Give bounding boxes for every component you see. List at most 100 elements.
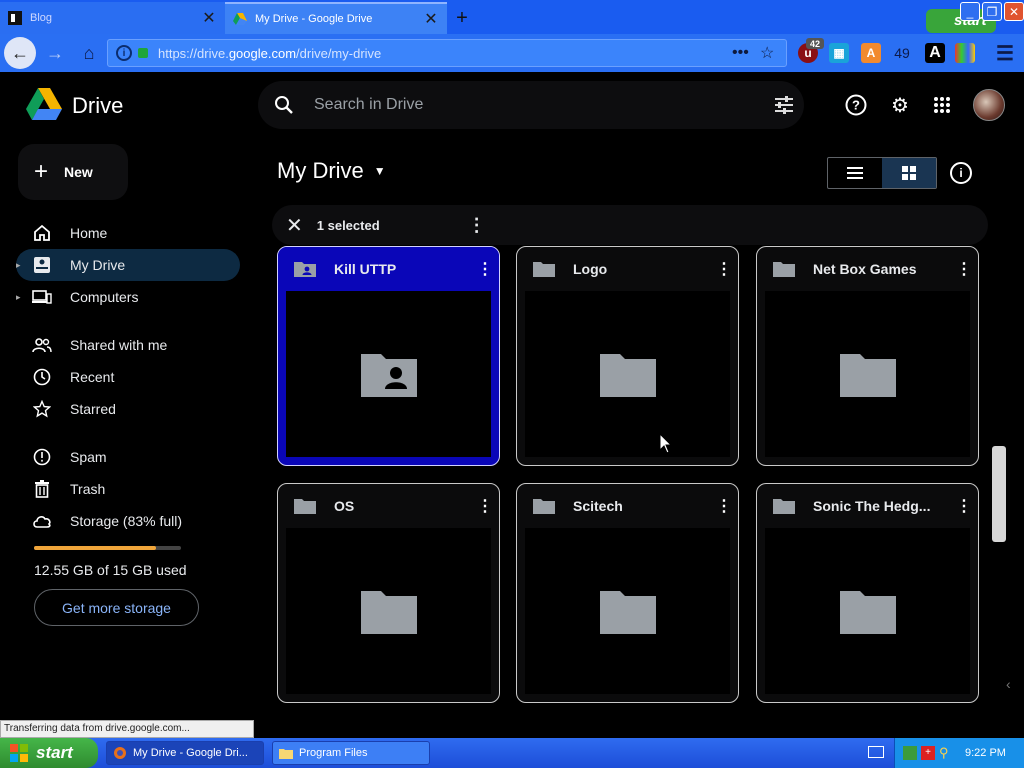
settings-gear-icon[interactable]: ⚙	[887, 92, 913, 118]
font-extension-icon[interactable]: A	[925, 43, 945, 63]
folder-card-header[interactable]: Logo ⋮	[517, 247, 738, 291]
folder-thumbnail[interactable]	[765, 291, 970, 457]
extension-icon[interactable]: A	[861, 43, 881, 63]
forward-button[interactable]: →	[40, 38, 70, 68]
folder-icon	[773, 499, 795, 514]
storage-progress-bar	[34, 546, 181, 550]
taskbar-item-label: Program Files	[299, 747, 368, 759]
folder-thumbnail[interactable]	[286, 291, 491, 457]
address-bar[interactable]: i https://drive.google.com/drive/my-driv…	[107, 39, 787, 67]
sidebar-item-starred[interactable]: Starred	[16, 393, 240, 425]
apps-grid-icon[interactable]	[929, 92, 955, 118]
start-button[interactable]: start	[0, 738, 98, 768]
window-close-button[interactable]: ✕	[1004, 2, 1024, 21]
account-avatar[interactable]	[973, 89, 1005, 121]
extension-icon[interactable]: ▦	[829, 43, 849, 63]
folder-card-header[interactable]: Net Box Games ⋮	[757, 247, 978, 291]
home-button[interactable]: ⌂	[74, 38, 104, 68]
folder-thumbnail[interactable]	[525, 528, 730, 694]
sidebar-item-trash[interactable]: Trash	[16, 473, 240, 505]
browser-status-text: Transferring data from drive.google.com.…	[0, 720, 254, 738]
search-input[interactable]: Search in Drive	[314, 96, 764, 114]
more-options-icon[interactable]: ⋮	[710, 496, 738, 516]
scrollbar-thumb[interactable]	[992, 446, 1006, 542]
sidebar-item-home[interactable]: Home	[16, 217, 240, 249]
tab-blog[interactable]: Blog ✕	[0, 2, 225, 34]
page-actions-icon[interactable]: •••	[732, 44, 760, 62]
restore-button[interactable]: ❐	[982, 2, 1002, 21]
url-text: https://drive.google.com/drive/my-drive	[158, 45, 382, 61]
sidebar-item-computers[interactable]: ▸ Computers	[16, 281, 240, 313]
chevron-down-icon: ▼	[373, 164, 386, 178]
back-button[interactable]: ←	[4, 37, 36, 69]
clear-selection-icon[interactable]: ✕	[286, 213, 303, 238]
folder-card-header[interactable]: Sonic The Hedg... ⋮	[757, 484, 978, 528]
search-bar[interactable]: Search in Drive	[258, 81, 804, 129]
get-more-storage-button[interactable]: Get more storage	[34, 589, 199, 626]
new-label: New	[64, 164, 93, 180]
extension-icon[interactable]	[955, 43, 975, 63]
side-panel-toggle-icon[interactable]: ‹	[1006, 676, 1011, 692]
close-icon[interactable]: ✕	[423, 9, 439, 29]
folder-thumbnail[interactable]	[525, 291, 730, 457]
page-title[interactable]: My Drive ▼	[277, 158, 386, 184]
tray-clock[interactable]: 9:22 PM	[965, 747, 1006, 759]
grid-view-button[interactable]	[882, 158, 936, 188]
folder-thumbnail[interactable]	[765, 528, 970, 694]
more-options-icon[interactable]: ⋮	[950, 496, 978, 516]
sidebar-item-storage[interactable]: Storage (83% full)	[16, 505, 240, 537]
sidebar-item-recent[interactable]: Recent	[16, 361, 240, 393]
drive-logo-icon[interactable]	[26, 88, 62, 120]
folder-card[interactable]: Sonic The Hedg... ⋮	[756, 483, 979, 703]
sidebar-item-spam[interactable]: Spam	[16, 441, 240, 473]
folder-card[interactable]: Scitech ⋮	[516, 483, 739, 703]
help-icon[interactable]: ?	[843, 92, 869, 118]
view-toggle	[827, 157, 937, 189]
more-options-icon[interactable]: ⋮	[950, 259, 978, 279]
folder-card-header[interactable]: OS ⋮	[278, 484, 499, 528]
tray-network-icon[interactable]	[903, 746, 917, 760]
folder-name: Logo	[573, 261, 608, 277]
folder-icon	[533, 262, 555, 277]
keyboard-layout-icon[interactable]	[868, 746, 884, 758]
close-icon[interactable]: ✕	[201, 8, 217, 28]
cloud-icon	[32, 511, 52, 531]
selection-toolbar: ✕ 1 selected ⋮	[272, 205, 988, 245]
more-options-icon[interactable]: ⋮	[471, 496, 499, 516]
sidebar-item-my-drive[interactable]: ▸ My Drive	[16, 249, 240, 281]
new-button[interactable]: + New	[18, 144, 128, 200]
extension-counter[interactable]: 49	[890, 43, 914, 63]
bookmark-star-icon[interactable]: ☆	[760, 43, 786, 63]
more-options-icon[interactable]: ⋮	[471, 259, 499, 279]
info-icon[interactable]: i	[116, 45, 132, 61]
tray-search-icon[interactable]: ⚲	[939, 746, 953, 760]
folder-thumbnail[interactable]	[286, 528, 491, 694]
expand-caret-icon[interactable]: ▸	[16, 260, 28, 271]
more-actions-icon[interactable]: ⋮	[468, 215, 486, 236]
tab-title: My Drive - Google Drive	[255, 13, 373, 25]
start-label: start	[36, 743, 73, 762]
new-tab-button[interactable]: +	[447, 2, 477, 34]
browser-app-icon	[114, 747, 126, 759]
sidebar-item-shared-with-me[interactable]: Shared with me	[16, 329, 240, 361]
taskbar-item-program-files[interactable]: Program Files	[272, 741, 430, 765]
search-icon[interactable]	[274, 95, 294, 115]
product-name[interactable]: Drive	[72, 93, 123, 119]
folder-card-header[interactable]: Scitech ⋮	[517, 484, 738, 528]
minimize-button[interactable]: _	[960, 2, 980, 21]
folder-card-header[interactable]: Kill UTTP ⋮	[278, 247, 499, 291]
taskbar-item-browser[interactable]: My Drive - Google Dri...	[106, 741, 264, 765]
tray-shield-icon[interactable]: +	[921, 746, 935, 760]
folder-card[interactable]: Net Box Games ⋮	[756, 246, 979, 466]
search-options-icon[interactable]	[764, 95, 804, 115]
tab-my-drive[interactable]: My Drive - Google Drive ✕	[225, 2, 447, 34]
menu-icon[interactable]: ☰	[995, 43, 1015, 65]
more-options-icon[interactable]: ⋮	[710, 259, 738, 279]
folder-card[interactable]: Kill UTTP ⋮	[277, 246, 500, 466]
expand-caret-icon[interactable]: ▸	[16, 292, 28, 303]
details-info-icon[interactable]: i	[950, 162, 972, 184]
folder-card[interactable]: OS ⋮	[277, 483, 500, 703]
list-view-button[interactable]	[828, 158, 882, 188]
permissions-icon[interactable]	[138, 48, 148, 58]
folder-card[interactable]: Logo ⋮	[516, 246, 739, 466]
